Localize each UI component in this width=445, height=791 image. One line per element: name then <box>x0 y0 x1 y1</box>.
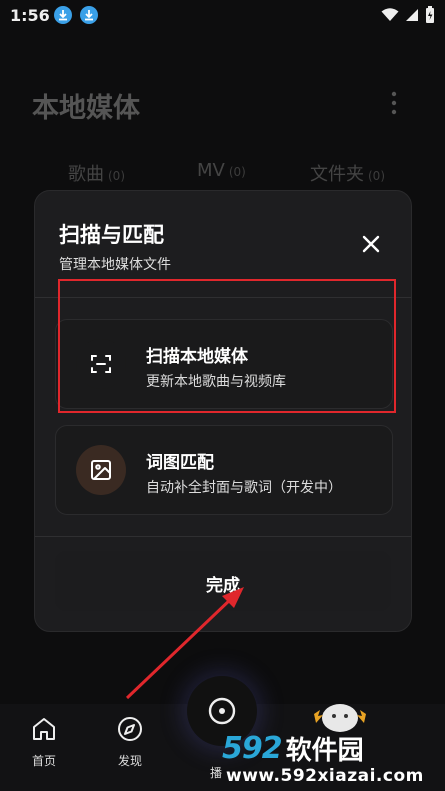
watermark-url: www.592xiazai.com <box>226 766 424 786</box>
watermark-brand-number: 592 <box>222 730 283 766</box>
compass-icon <box>118 717 142 741</box>
watermark-brand-name: 软件园 <box>285 735 364 766</box>
game-mascot-icon <box>314 704 366 732</box>
play-label: 播 <box>210 766 223 780</box>
nav-label: 发现 <box>117 754 142 768</box>
nav-home[interactable]: 首页 <box>24 716 64 769</box>
nav-discover[interactable]: 发现 <box>110 716 150 769</box>
home-icon <box>33 718 55 740</box>
watermark-logo: 592 软件园 <box>222 730 364 766</box>
annotation-arrow <box>125 587 244 700</box>
nav-label: 首页 <box>31 754 56 768</box>
